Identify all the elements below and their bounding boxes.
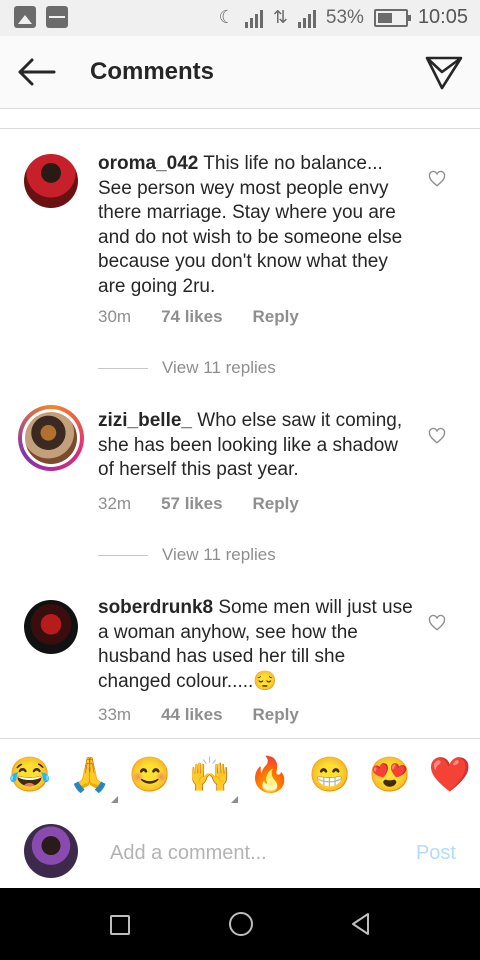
comment-text: zizi_belle_ Who else saw it coming, she …	[98, 409, 418, 483]
view-replies-button[interactable]: View 11 replies	[98, 358, 276, 378]
nav-back-button[interactable]	[350, 912, 370, 936]
battery-percent: 53%	[325, 6, 364, 28]
activity-notification-icon	[46, 6, 68, 28]
comment-meta: 30m 74 likes Reply	[98, 307, 299, 327]
comment-username[interactable]: oroma_042	[98, 153, 198, 174]
page-title: Comments	[90, 58, 215, 85]
back-arrow-icon	[18, 58, 56, 86]
likes-count[interactable]: 57 likes	[161, 494, 222, 514]
likes-count[interactable]: 44 likes	[161, 705, 222, 725]
comment-meta: 32m 57 likes Reply	[98, 494, 299, 514]
heart-outline-icon[interactable]	[428, 170, 446, 188]
divider	[98, 367, 148, 369]
emoji-raised-hands-icon[interactable]: 🙌	[188, 753, 238, 803]
status-bar: ☾ ⇅ 53% 10:05	[0, 0, 480, 36]
view-replies-button[interactable]: View 11 replies	[98, 545, 276, 565]
reply-button[interactable]: Reply	[253, 494, 299, 514]
battery-icon	[373, 8, 411, 27]
comment-input[interactable]	[108, 838, 392, 868]
emoji-smile-icon[interactable]: 😊	[128, 753, 172, 797]
comment-username[interactable]: soberdrunk8	[98, 597, 213, 618]
header: Comments	[0, 36, 480, 109]
divider	[98, 554, 148, 556]
emoji-heart-eyes-icon[interactable]: 😍	[368, 753, 412, 797]
do-not-disturb-moon-icon: ☾	[218, 7, 235, 27]
avatar[interactable]	[18, 405, 84, 471]
signal-2-icon	[297, 8, 316, 28]
direct-send-icon	[425, 56, 463, 90]
recents-button[interactable]	[110, 915, 130, 935]
comment-body: This life no balance... See person wey m…	[98, 153, 403, 297]
emoji-tears-of-joy-icon[interactable]: 😂	[8, 753, 52, 797]
direct-send-button[interactable]	[424, 52, 464, 92]
emoji-red-heart-icon[interactable]: ❤️	[428, 753, 472, 797]
gallery-notification-icon	[14, 6, 36, 28]
data-transfer-icon: ⇅	[272, 7, 288, 27]
emoji-fire-icon[interactable]: 🔥	[248, 753, 292, 797]
comment-time: 33m	[98, 705, 132, 724]
comment-username[interactable]: zizi_belle_	[98, 410, 192, 431]
back-button[interactable]	[14, 54, 58, 90]
divider	[0, 110, 480, 129]
likes-count[interactable]: 74 likes	[161, 307, 222, 327]
heart-outline-icon[interactable]	[428, 427, 446, 445]
view-replies-label: View 11 replies	[162, 358, 276, 377]
comment-time: 30m	[98, 307, 132, 326]
avatar[interactable]	[24, 154, 78, 208]
signal-icon	[244, 8, 263, 28]
my-avatar	[24, 824, 78, 878]
add-comment-bar: Post	[0, 812, 480, 888]
view-replies-label: View 11 replies	[162, 545, 276, 564]
system-nav-bar	[0, 888, 480, 960]
home-button[interactable]	[229, 912, 253, 936]
reply-button[interactable]: Reply	[253, 705, 299, 725]
emoji-quick-bar: 😂 🙏 😊 🙌 🔥 😁 😍 ❤️	[0, 738, 480, 813]
comment-text: oroma_042 This life no balance... See pe…	[98, 152, 418, 299]
emoji-grin-icon[interactable]: 😁	[308, 753, 352, 797]
avatar[interactable]	[24, 600, 78, 654]
heart-outline-icon[interactable]	[428, 614, 446, 632]
post-button[interactable]: Post	[416, 842, 456, 865]
comment-meta: 33m 44 likes Reply	[98, 705, 299, 725]
emoji-pray-icon[interactable]: 🙏	[68, 753, 118, 803]
comment-text: soberdrunk8 Some men will just use a wom…	[98, 596, 418, 694]
clock: 10:05	[417, 6, 468, 28]
reply-button[interactable]: Reply	[253, 307, 299, 327]
comment-time: 32m	[98, 494, 132, 513]
